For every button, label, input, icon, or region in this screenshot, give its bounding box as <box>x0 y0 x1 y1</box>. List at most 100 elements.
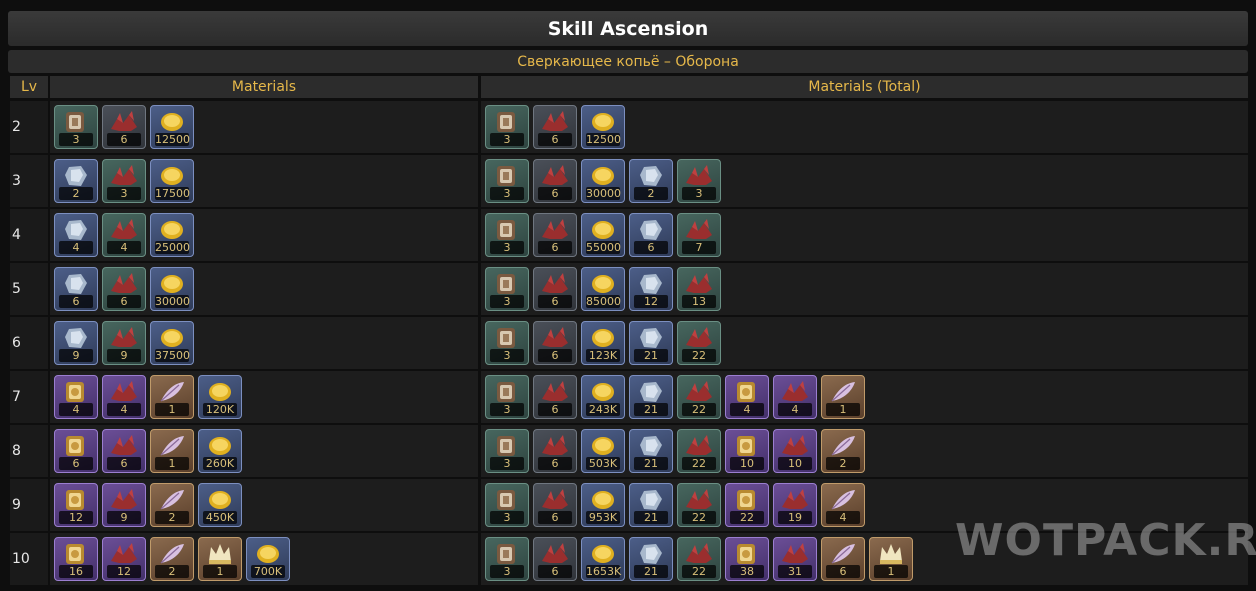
coin-material: 450K <box>198 483 242 527</box>
gold-tome-material: 38 <box>725 537 769 581</box>
coin-material: 37500 <box>150 321 194 365</box>
feather-material: 2 <box>150 537 194 581</box>
material-count: 3 <box>107 187 141 200</box>
material-count: 260K <box>203 457 237 470</box>
materials-cell: 9 9 37500 <box>50 317 478 369</box>
skill-name: Сверкающее копьё – Оборона <box>8 50 1248 73</box>
material-count: 10 <box>778 457 812 470</box>
material-count: 3 <box>490 133 524 146</box>
material-count: 10 <box>730 457 764 470</box>
header-lv: Lv <box>10 76 48 98</box>
ore-material: 13 <box>677 267 721 311</box>
material-count: 243K <box>586 403 620 416</box>
material-count: 6 <box>107 457 141 470</box>
ore-material: 22 <box>677 321 721 365</box>
ore-material: 6 <box>102 105 146 149</box>
crystal-material: 21 <box>629 321 673 365</box>
material-count: 3 <box>490 565 524 578</box>
ore-material: 4 <box>102 213 146 257</box>
crystal-material: 21 <box>629 375 673 419</box>
material-count: 1653K <box>586 565 622 578</box>
ore-material: 6 <box>533 483 577 527</box>
material-count: 21 <box>634 403 668 416</box>
material-count: 6 <box>59 295 93 308</box>
coin-material: 85000 <box>581 267 625 311</box>
materials-total-cell: 3 6 30000 2 3 <box>481 155 1248 207</box>
material-count: 503K <box>586 457 620 470</box>
material-count: 3 <box>490 511 524 524</box>
material-count: 3 <box>490 349 524 362</box>
material-count: 4 <box>59 403 93 416</box>
material-count: 1 <box>203 565 237 578</box>
tome-material: 3 <box>54 105 98 149</box>
material-count: 1 <box>874 565 908 578</box>
tome-material: 3 <box>485 213 529 257</box>
material-count: 700K <box>251 565 285 578</box>
ore-material: 22 <box>677 375 721 419</box>
material-count: 19 <box>778 511 812 524</box>
material-count: 3 <box>490 457 524 470</box>
material-count: 21 <box>634 457 668 470</box>
material-count: 22 <box>730 511 764 524</box>
table-row: 2 3 6 12500 3 6 12500 <box>10 101 1248 153</box>
materials-cell: 4 4 1 120K <box>50 371 478 423</box>
crystal-material: 21 <box>629 483 673 527</box>
tome-material: 3 <box>485 267 529 311</box>
material-count: 6 <box>538 187 572 200</box>
crown-material: 1 <box>198 537 242 581</box>
material-count: 21 <box>634 511 668 524</box>
material-count: 4 <box>59 241 93 254</box>
level-cell: 5 <box>10 263 48 315</box>
coin-material: 120K <box>198 375 242 419</box>
ore-material: 6 <box>533 267 577 311</box>
material-count: 3 <box>490 295 524 308</box>
level-cell: 4 <box>10 209 48 261</box>
gold-tome-material: 6 <box>54 429 98 473</box>
tome-material: 3 <box>485 159 529 203</box>
coin-material: 1653K <box>581 537 625 581</box>
material-count: 3 <box>490 403 524 416</box>
coin-material: 503K <box>581 429 625 473</box>
material-count: 6 <box>59 457 93 470</box>
crystal-material: 9 <box>54 321 98 365</box>
material-count: 6 <box>634 241 668 254</box>
coin-material: 123K <box>581 321 625 365</box>
material-count: 4 <box>826 511 860 524</box>
material-count: 12500 <box>155 133 190 146</box>
materials-total-cell: 3 6 243K 21 22 4 4 1 <box>481 371 1248 423</box>
material-count: 4 <box>730 403 764 416</box>
materials-cell: 4 4 25000 <box>50 209 478 261</box>
ore-material: 6 <box>533 213 577 257</box>
feather-material: 2 <box>821 429 865 473</box>
coin-material: 12500 <box>581 105 625 149</box>
ore-material: 4 <box>102 375 146 419</box>
coin-material: 30000 <box>581 159 625 203</box>
material-count: 16 <box>59 565 93 578</box>
level-cell: 6 <box>10 317 48 369</box>
materials-cell: 6 6 30000 <box>50 263 478 315</box>
ore-material: 22 <box>677 537 721 581</box>
coin-material: 260K <box>198 429 242 473</box>
header-materials: Materials <box>50 76 478 98</box>
materials-total-cell: 3 6 55000 6 7 <box>481 209 1248 261</box>
material-count: 22 <box>682 457 716 470</box>
crystal-material: 6 <box>629 213 673 257</box>
materials-cell: 12 9 2 450K <box>50 479 478 531</box>
material-count: 450K <box>203 511 237 524</box>
material-count: 30000 <box>155 295 190 308</box>
ore-material: 9 <box>102 483 146 527</box>
material-count: 4 <box>778 403 812 416</box>
feather-material: 1 <box>150 375 194 419</box>
material-count: 6 <box>107 295 141 308</box>
gold-tome-material: 12 <box>54 483 98 527</box>
coin-material: 25000 <box>150 213 194 257</box>
ore-material: 4 <box>773 375 817 419</box>
material-count: 6 <box>107 133 141 146</box>
coin-material: 55000 <box>581 213 625 257</box>
materials-cell: 16 12 2 1 700K <box>50 533 478 585</box>
ore-material: 10 <box>773 429 817 473</box>
material-count: 6 <box>538 403 572 416</box>
crystal-material: 4 <box>54 213 98 257</box>
material-count: 6 <box>538 349 572 362</box>
coin-material: 30000 <box>150 267 194 311</box>
